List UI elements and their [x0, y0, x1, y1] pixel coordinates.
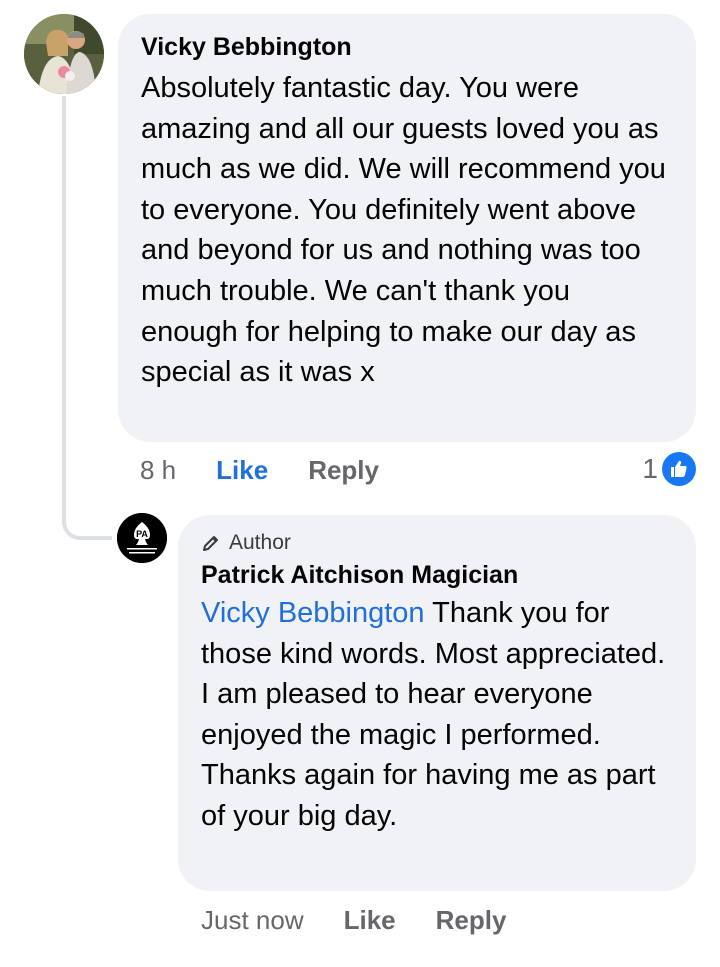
- author-badge: Author: [201, 528, 672, 558]
- reaction-count: 1: [642, 453, 658, 484]
- like-button[interactable]: Like: [344, 905, 396, 936]
- reply-bubble: Author Patrick Aitchison Magician Vicky …: [178, 515, 696, 891]
- reply-timestamp[interactable]: Just now: [201, 905, 304, 936]
- mention-link[interactable]: Vicky Bebbington: [201, 597, 425, 629]
- magician-logo-icon: PA: [117, 513, 167, 563]
- thread-connector-curve: [62, 500, 112, 540]
- reply-text: Vicky Bebbington Thank you for those kin…: [201, 593, 672, 837]
- comment-bubble: Vicky Bebbington Absolutely fantastic da…: [118, 14, 696, 442]
- reply-actions: Just now Like Reply: [201, 905, 506, 936]
- avatar[interactable]: PA: [117, 513, 167, 563]
- like-button[interactable]: Like: [216, 455, 268, 486]
- comment-text: Absolutely fantastic day. You were amazi…: [141, 72, 666, 389]
- comment-author-name[interactable]: Vicky Bebbington: [141, 30, 672, 64]
- reply-button[interactable]: Reply: [308, 455, 379, 486]
- reply-author-name[interactable]: Patrick Aitchison Magician: [201, 558, 672, 592]
- reaction-summary[interactable]: 1: [642, 452, 696, 486]
- author-badge-label: Author: [229, 531, 291, 554]
- comment-timestamp[interactable]: 8 h: [140, 455, 176, 486]
- comment-actions: 8 h Like Reply: [140, 455, 379, 486]
- profile-photo-icon: [24, 14, 104, 94]
- reply-body: Thank you for those kind words. Most app…: [201, 597, 666, 832]
- pencil-icon: [203, 536, 218, 551]
- thumbs-up-icon: [662, 452, 696, 486]
- reply-button[interactable]: Reply: [436, 905, 507, 936]
- svg-text:PA: PA: [136, 529, 148, 539]
- avatar[interactable]: [24, 14, 104, 94]
- thread-connector-line: [62, 96, 66, 524]
